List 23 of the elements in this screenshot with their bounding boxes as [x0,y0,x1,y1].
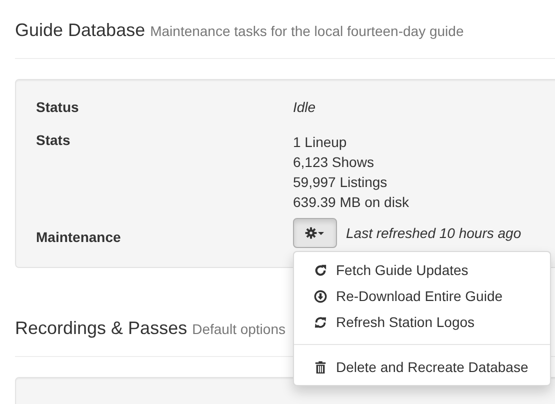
status-value: Idle [293,99,316,115]
last-refreshed-text: Last refreshed 10 hours ago [346,225,522,241]
field-label: Maintenance [36,229,122,247]
section-subtitle: Default options [192,321,286,337]
menu-item[interactable]: Delete and Recreate Database [294,354,550,380]
settings-dropdown-button[interactable] [293,218,337,248]
stat-line: 6,123 Shows [293,153,375,172]
stat-line: 59,997 Listings [293,173,388,192]
menu-item[interactable]: Fetch Guide Updates [294,257,550,283]
stat-line: 1 Lineup [293,133,348,152]
menu-item[interactable]: Re-Download Entire Guide [294,283,550,309]
stat-line: 639.39 MB on disk [293,193,409,212]
download-circle-icon [314,290,327,302]
sync-icon [314,316,327,328]
field-label: Stats [36,132,72,150]
trash-icon [314,360,327,374]
field-label: Status [36,99,80,115]
section-subtitle: Maintenance tasks for the local fourteen-day guide [150,23,464,39]
menu-item[interactable]: Refresh Station Logos [294,309,550,335]
section-title: Guide Database [15,20,146,41]
refresh-icon [314,264,327,276]
section-title: Recordings & Passes [15,318,188,339]
settings-icon [305,227,325,239]
